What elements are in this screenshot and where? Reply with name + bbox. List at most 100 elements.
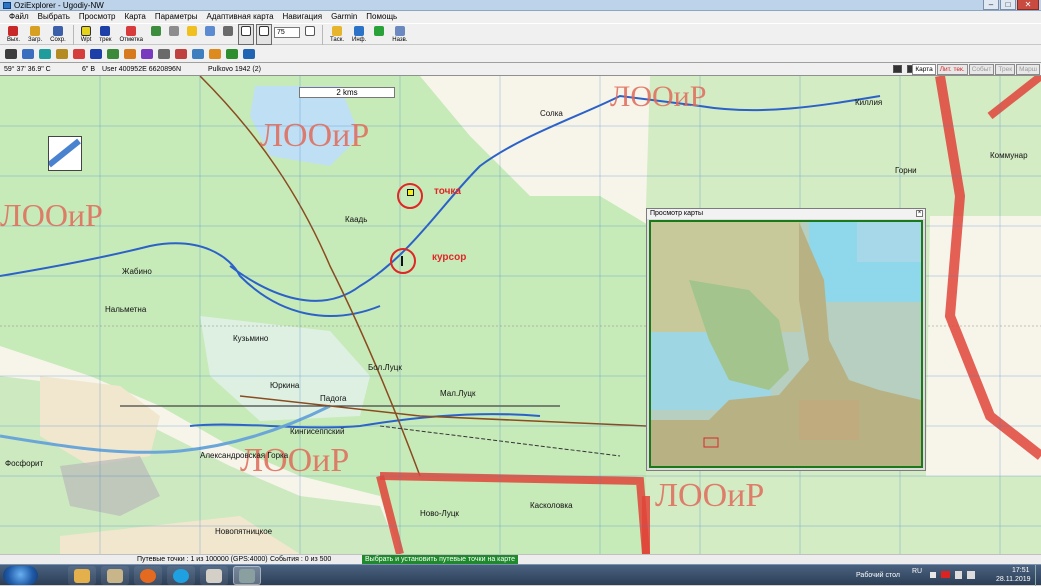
map-town-label: Кингисеппский [290,427,344,436]
info-button[interactable]: Инф. [349,24,369,45]
gps-icon[interactable] [39,48,51,59]
preview-map-graphic [651,222,921,466]
menu-params[interactable]: Параметры [155,11,198,23]
close-button[interactable]: ✕ [1017,0,1039,10]
menu-select[interactable]: Выбрать [38,11,70,23]
track-button[interactable]: трек [96,24,114,45]
find-icon [187,26,197,36]
marks-button[interactable]: Отметка [116,24,146,45]
menu-file[interactable]: Файл [9,11,29,23]
menu-help[interactable]: Помощь [366,11,397,23]
volume-icon[interactable] [967,571,975,579]
menu-garmin[interactable]: Garmin [331,11,357,23]
menu-view[interactable]: Просмотр [79,11,116,23]
print-icon[interactable] [5,48,17,59]
exit-icon [8,26,19,36]
info-icon [354,26,365,36]
menu-map[interactable]: Карта [124,11,145,23]
tab-track[interactable]: Трек [995,64,1016,75]
show-desktop-button[interactable] [1035,565,1041,586]
exit-button[interactable]: Вых. [4,24,23,45]
tasks-icon [332,26,343,36]
taskbar-app-explorer[interactable] [68,566,96,585]
map-canvas[interactable]: ЛООиР ЛООиР ЛООиР ЛООиР ЛООиР Жабино Нал… [0,76,1041,554]
maximize-button[interactable]: □ [1000,0,1016,10]
app-icon [3,2,11,9]
tab-lit[interactable]: Лит. тек. [936,64,968,75]
ozi-icon [239,568,255,583]
event-button[interactable] [166,24,182,45]
cursor-icon [401,256,407,266]
zoom-level-select[interactable]: 75 [274,27,300,38]
waypoint-marker[interactable] [407,189,414,196]
load-button[interactable]: Загр. [25,24,45,45]
waypoint-icon [81,26,92,36]
tool-icon [223,26,233,36]
tab-route[interactable]: Марш [1016,64,1040,75]
map-town-label: Солка [540,109,563,118]
copy-icon[interactable] [22,48,34,59]
zoom-in-button[interactable] [302,24,318,45]
calibrate-icon[interactable] [243,48,255,59]
tool-button-a[interactable] [220,24,236,45]
props-icon[interactable] [192,48,204,59]
map-town-label: Нальметна [105,305,147,314]
grid-button[interactable] [202,24,218,45]
taskbar-app-skype[interactable] [167,566,195,585]
overview-thumbnail[interactable] [47,136,82,171]
tray-clock-date[interactable]: 28.11.2019 [996,575,1031,584]
skype-icon [173,568,189,583]
tray-clock-time[interactable]: 17:51 [1012,566,1030,575]
menu-navigation[interactable]: Навигация [283,11,323,23]
taskbar-app-calendar[interactable] [200,566,228,585]
desktop-toolbar-label[interactable]: Рабочий стол [856,571,900,580]
minimize-button[interactable]: – [983,0,999,10]
names-show-icon[interactable] [175,48,187,59]
names-button[interactable]: Назв. [389,24,410,45]
load-icon [30,26,41,36]
language-indicator[interactable]: RU [912,567,922,576]
move-button[interactable] [371,24,387,45]
flag-icon[interactable] [941,571,950,578]
tab-events[interactable]: Событ [968,64,995,75]
lock-icon[interactable] [893,65,902,73]
main-toolbar: Вых. Загр. Сохр. Wpt трек Отметка 75 Тас… [0,23,1041,45]
toolbar-separator [322,25,323,45]
preview-close-button[interactable]: × [916,210,923,217]
map-town-label: Коммунар [990,151,1028,160]
tasks-button[interactable]: Таск. [327,24,347,45]
show-hidden-icons-icon[interactable] [930,572,936,578]
route-show-icon[interactable] [124,48,136,59]
settings-icon[interactable] [209,48,221,59]
taskbar-app-ozi[interactable] [233,566,261,585]
map-town-label: Ново-Луцк [420,509,459,518]
grid-show-icon[interactable] [158,48,170,59]
save-button[interactable]: Сохр. [47,24,69,45]
track-show-icon[interactable] [90,48,102,59]
taskbar-app-firefox[interactable] [134,566,162,585]
ruler-icon[interactable] [56,48,68,59]
pan-tool-button[interactable] [256,24,272,45]
zoom-tool-button[interactable] [238,24,254,45]
marks-show-icon[interactable] [141,48,153,59]
menu-adaptive-map[interactable]: Адаптивная карта [207,11,274,23]
taskbar-app-files[interactable] [101,566,129,585]
search-button[interactable] [184,24,200,45]
map-preview-window[interactable]: Просмотр карты × [646,208,926,471]
route-button[interactable] [148,24,164,45]
map-list-icon[interactable] [226,48,238,59]
start-button[interactable] [3,566,38,585]
network-icon[interactable] [955,571,962,579]
mark-icon [126,26,137,36]
title-bar[interactable]: OziExplorer - Ugodiy-NW – □ ✕ [0,0,1041,11]
toolbar-separator [72,25,74,45]
wpt-button[interactable]: Wpt [78,24,95,45]
preview-map[interactable] [649,220,923,468]
events-icon[interactable] [107,48,119,59]
tab-map[interactable]: Карта [912,64,936,75]
layers-icon[interactable] [73,48,85,59]
map-town-label: Падога [320,394,347,403]
event-icon [169,26,179,36]
zoom-in-icon [305,26,315,36]
map-town-label: Юркина [270,381,300,390]
